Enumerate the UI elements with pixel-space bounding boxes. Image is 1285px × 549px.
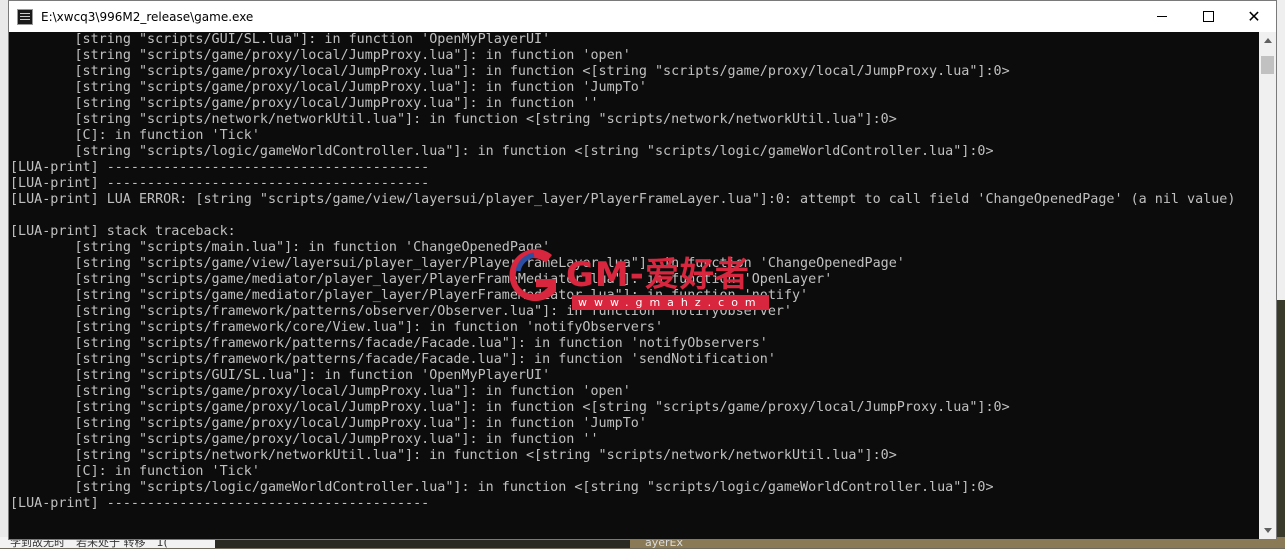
console-window: E:\xwcq3\996M2_release\game.exe ✕ [strin…	[8, 0, 1277, 540]
desktop-background-left	[0, 0, 8, 548]
arrow-down-icon	[1263, 528, 1272, 533]
vertical-scrollbar[interactable]	[1259, 32, 1276, 539]
maximize-icon	[1202, 11, 1214, 22]
console-line: [string "scripts/network/networkUtil.lua…	[10, 112, 897, 127]
close-button[interactable]: ✕	[1231, 1, 1277, 32]
console-line: [string "scripts/game/proxy/local/JumpPr…	[10, 80, 647, 95]
console-line: [LUA-print] LUA ERROR: [string "scripts/…	[10, 192, 1236, 207]
scroll-thumb[interactable]	[1261, 56, 1274, 74]
console-line: [string "scripts/game/proxy/local/JumpPr…	[10, 432, 599, 447]
console-line: [string "scripts/framework/patterns/faca…	[10, 336, 768, 351]
console-line: [string "scripts/game/proxy/local/JumpPr…	[10, 384, 631, 399]
console-line: [string "scripts/framework/patterns/faca…	[10, 352, 776, 367]
console-line: [string "scripts/framework/patterns/obse…	[10, 304, 792, 319]
console-line: [string "scripts/game/view/layersui/play…	[10, 256, 905, 271]
window-title: E:\xwcq3\996M2_release\game.exe	[41, 9, 254, 24]
console-line: [LUA-print] stack traceback:	[10, 224, 236, 239]
close-icon: ✕	[1247, 6, 1261, 26]
console-line: [string "scripts/game/proxy/local/JumpPr…	[10, 64, 1010, 79]
console-app-icon[interactable]	[17, 8, 33, 25]
minimize-icon	[1157, 16, 1167, 17]
scroll-down-button[interactable]	[1259, 522, 1276, 539]
console-line: [string "scripts/logic/gameWorldControll…	[10, 480, 994, 495]
console-line: [string "scripts/GUI/SL.lua"]: in functi…	[10, 368, 551, 383]
scroll-up-button[interactable]	[1259, 32, 1276, 49]
arrow-up-icon	[1263, 38, 1272, 43]
console-line: [string "scripts/game/proxy/local/JumpPr…	[10, 96, 599, 111]
console-line: [string "scripts/framework/core/View.lua…	[10, 320, 664, 335]
minimize-button[interactable]	[1139, 1, 1185, 32]
console-line: [C]: in function 'Tick'	[10, 128, 260, 143]
console-line: [string "scripts/game/proxy/local/JumpPr…	[10, 400, 1010, 415]
console-line: [string "scripts/main.lua"]: in function…	[10, 240, 551, 255]
title-bar[interactable]: E:\xwcq3\996M2_release\game.exe ✕	[9, 1, 1276, 32]
console-line: [LUA-print] ----------------------------…	[10, 160, 430, 175]
desktop-background-right	[1277, 0, 1285, 548]
console-output[interactable]: [string "scripts/GUI/SL.lua"]: in functi…	[9, 32, 1259, 539]
console-line: [LUA-print] ----------------------------…	[10, 496, 430, 511]
console-line: [C]: in function 'Tick'	[10, 464, 260, 479]
console-line: [string "scripts/game/proxy/local/JumpPr…	[10, 48, 631, 63]
console-line: [string "scripts/GUI/SL.lua"]: in functi…	[10, 32, 551, 47]
console-line: [string "scripts/game/mediator/player_la…	[10, 272, 833, 287]
console-line: [LUA-print] ----------------------------…	[10, 176, 430, 191]
maximize-button[interactable]	[1185, 1, 1231, 32]
console-text: [string "scripts/GUI/SL.lua"]: in functi…	[9, 32, 1259, 512]
console-line: [string "scripts/logic/gameWorldControll…	[10, 144, 994, 159]
console-line: [string "scripts/game/mediator/player_la…	[10, 288, 809, 303]
console-line: [string "scripts/network/networkUtil.lua…	[10, 448, 897, 463]
console-line: [string "scripts/game/proxy/local/JumpPr…	[10, 416, 647, 431]
